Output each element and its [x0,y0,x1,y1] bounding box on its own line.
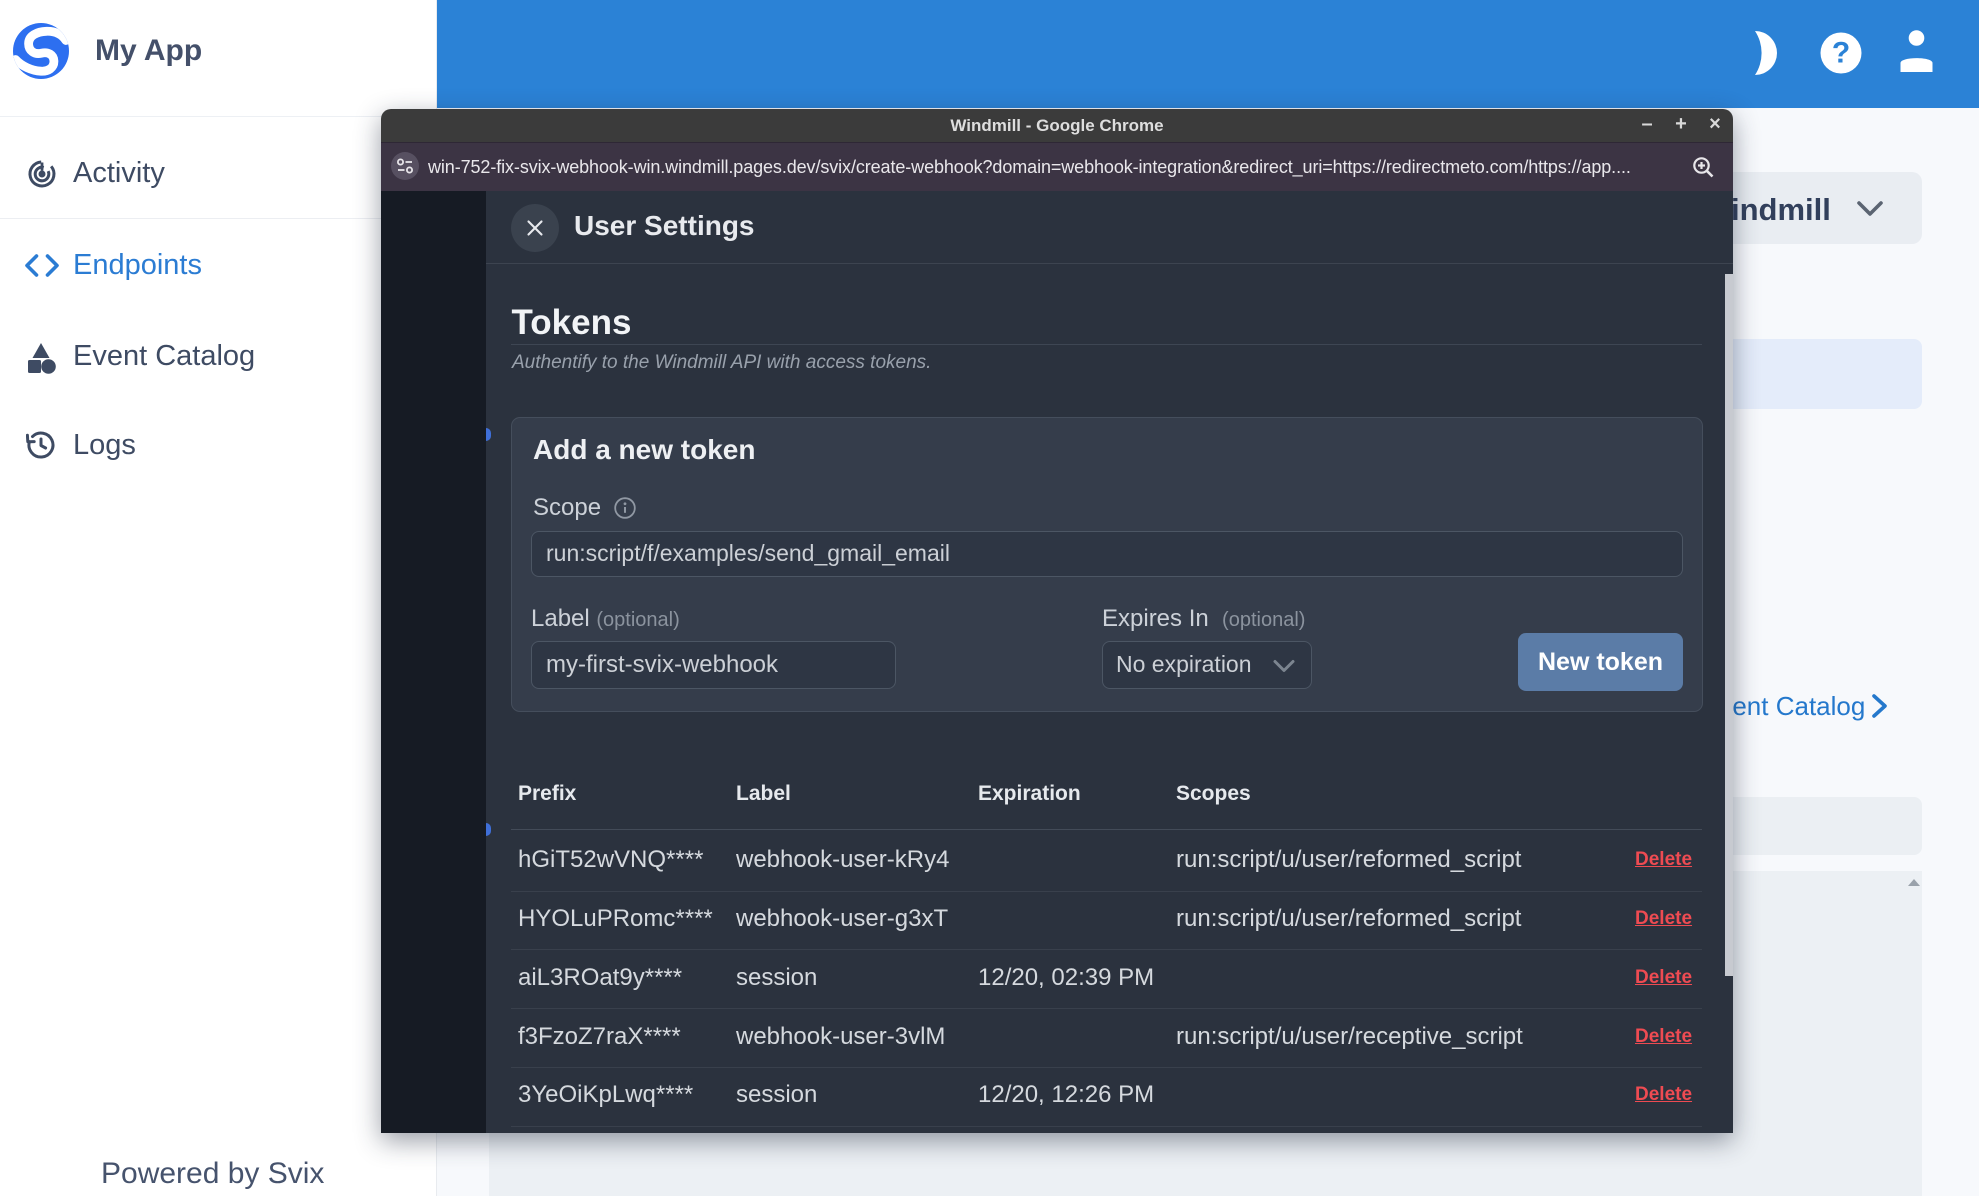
svg-text:?: ? [1832,37,1850,70]
